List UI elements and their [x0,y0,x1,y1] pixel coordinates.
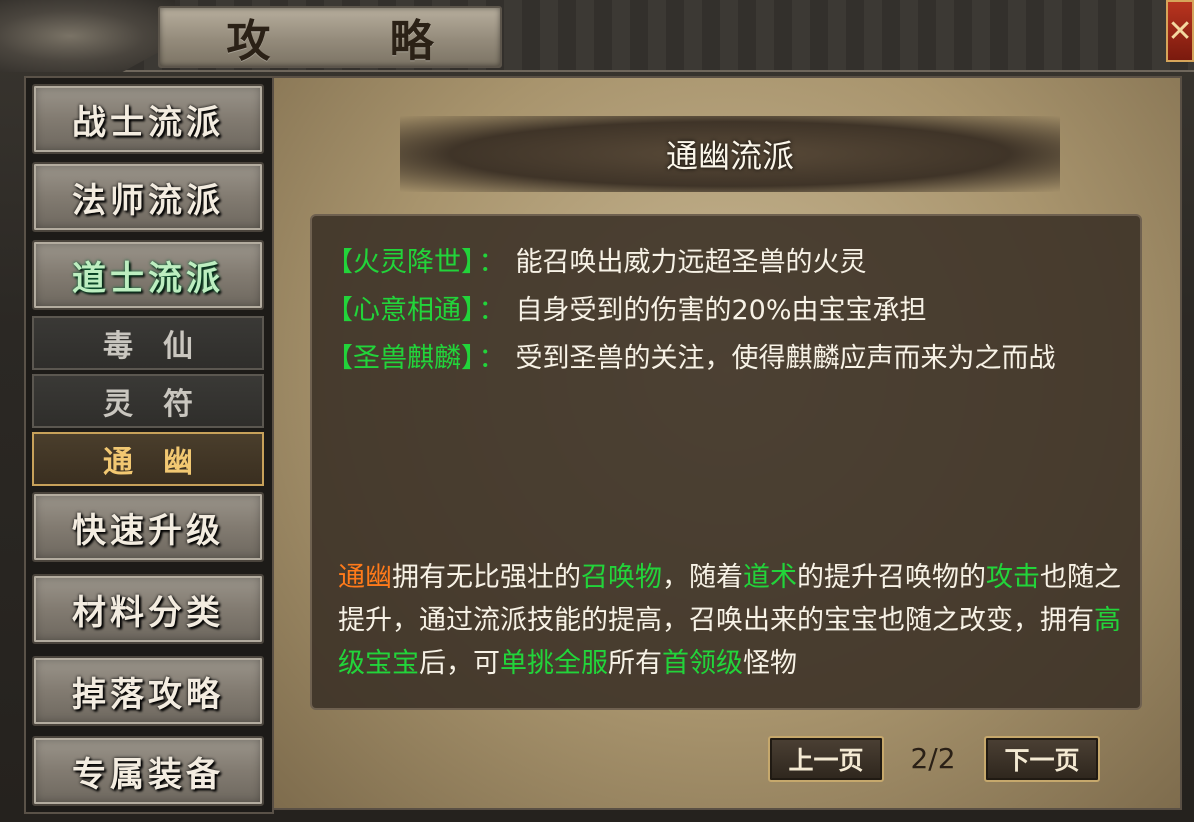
sidebar-item-taoist[interactable]: 道士流派 [32,240,264,310]
sidebar-item-quick-level[interactable]: 快速升级 [32,492,264,562]
skill-name: 【圣兽麒麟】 [326,343,475,374]
page-indicator: 2/2 [910,742,956,775]
skill-name: 【心意相通】 [326,295,475,326]
desc-text: 怪物 [743,648,797,679]
desc-text: 所有 [608,648,662,679]
sidebar-item-label: 材料分类 [72,592,224,633]
section-title: 通幽流派 [665,137,794,175]
sidebar-item-label: 道士流派 [72,258,224,299]
sidebar-item-label: 法师流派 [72,180,224,221]
next-page-button[interactable]: 下一页 [984,736,1100,782]
skill-desc: 受到圣兽的关注，使得麒麟应声而来为之而战 [515,343,1056,374]
sidebar-item-drops[interactable]: 掉落攻略 [32,656,264,726]
sub-item-label: 灵符 [103,387,223,422]
desc-text: 拥有无比强壮的 [392,562,581,593]
title-plate: 攻 略 [158,6,502,68]
desc-highlight: 单挑全服 [500,648,608,679]
dragon-ornament-icon [0,0,175,72]
window-title: 攻 略 [226,16,486,67]
sub-item-talisman[interactable]: 灵符 [32,374,264,428]
class-description: 通幽拥有无比强壮的召唤物，随着道术的提升召唤物的攻击也随之提升，通过流派技能的提… [338,556,1128,685]
prev-page-label: 上一页 [788,746,864,775]
skill-colon: ： [478,247,506,278]
skill-row: 【心意相通】： 自身受到的伤害的20%由宝宝承担 [326,288,927,328]
desc-highlight: 通幽 [338,562,392,593]
sidebar-item-label: 战士流派 [72,102,224,143]
skill-colon: ： [478,295,506,326]
sidebar-item-label: 掉落攻略 [72,674,224,715]
sidebar: 战士流派 法师流派 道士流派 毒仙 灵符 通幽 快速升级 材料分类 掉落攻略 专… [24,76,274,814]
sub-item-summon[interactable]: 通幽 [32,432,264,486]
sidebar-item-materials[interactable]: 材料分类 [32,574,264,644]
sub-item-poison[interactable]: 毒仙 [32,316,264,370]
section-banner: 通幽流派 [400,116,1060,192]
close-icon: ✕ [1167,13,1193,49]
window-header: 攻 略 [0,0,1194,72]
skill-desc: 自身受到的伤害的20%由宝宝承担 [515,295,927,326]
next-page-label: 下一页 [1004,746,1080,775]
sidebar-item-label: 快速升级 [72,510,224,551]
skill-colon: ： [478,343,506,374]
desc-text: 的提升召唤物的 [797,562,986,593]
desc-highlight: 攻击 [986,562,1040,593]
desc-text: ，随着 [662,562,743,593]
sidebar-item-exclusive-gear[interactable]: 专属装备 [32,736,264,806]
skill-name: 【火灵降世】 [326,247,475,278]
prev-page-button[interactable]: 上一页 [768,736,884,782]
close-button[interactable]: ✕ [1166,0,1194,62]
sub-item-label: 通幽 [103,445,223,480]
sidebar-item-warrior[interactable]: 战士流派 [32,84,264,154]
desc-text: 后，可 [419,648,500,679]
sub-item-label: 毒仙 [103,329,223,364]
desc-highlight: 召唤物 [581,562,662,593]
skill-row: 【圣兽麒麟】： 受到圣兽的关注，使得麒麟应声而来为之而战 [326,336,1056,376]
desc-highlight: 首领级 [662,648,743,679]
skill-desc: 能召唤出威力远超圣兽的火灵 [515,247,867,278]
sidebar-item-label: 专属装备 [72,754,224,795]
sidebar-item-mage[interactable]: 法师流派 [32,162,264,232]
skill-row: 【火灵降世】： 能召唤出威力远超圣兽的火灵 [326,240,867,280]
desc-highlight: 道术 [743,562,797,593]
